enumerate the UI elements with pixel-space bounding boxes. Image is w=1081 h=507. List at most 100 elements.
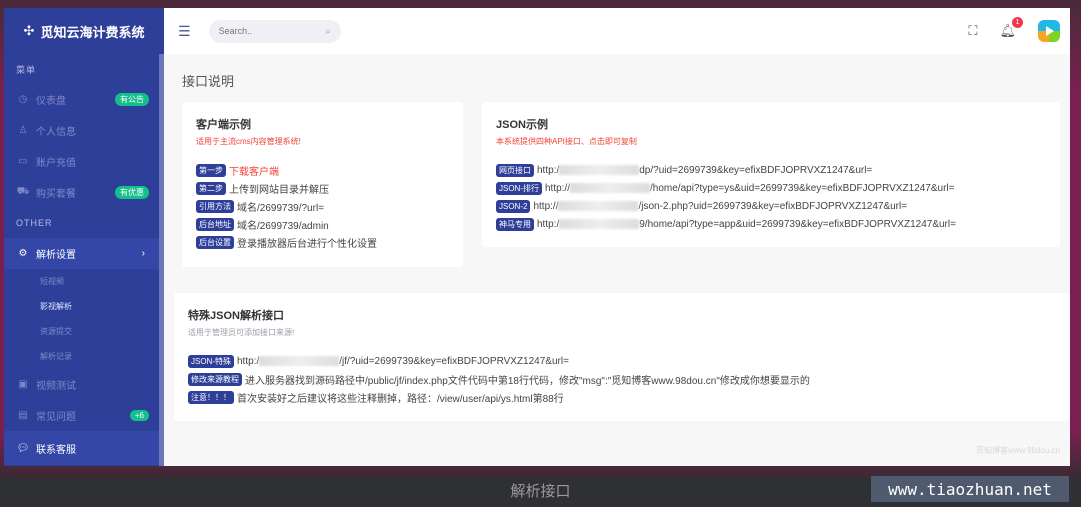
row-text: 域名/2699739/admin: [237, 220, 329, 232]
row-text: 进入服务器找到源码路径中/public/jf/index.php文件代码中第18…: [245, 375, 810, 387]
sidebar-item-profile[interactable]: ♙ 个人信息: [4, 115, 159, 146]
sidebar-item-label: 视频测试: [36, 381, 76, 392]
submenu-movie-parse[interactable]: 影视解析: [4, 294, 164, 319]
api-row[interactable]: JSON-排行 http:// /home/api?type=ys&uid=26…: [496, 179, 1046, 197]
client-row: 第二步 上传到网站目录并解压: [196, 179, 449, 197]
main-content: 接口说明 客户端示例 适用于主流cms内容管理系统! 第一步 下载客户端 第二步…: [164, 54, 1070, 466]
special-row[interactable]: JSON-特殊 http:/ /jf/?uid=2699739&key=efix…: [188, 352, 1056, 370]
json-example-card: JSON示例 本系统提供四种API接口、点击即可复制 网页接口 http:/ d…: [482, 102, 1060, 247]
url-prefix: http://: [533, 200, 559, 212]
url-suffix: 9/home/api?type=app&uid=2699739&key=efix…: [639, 218, 956, 230]
step-tag: 引用方法: [196, 199, 234, 213]
client-row: 后台设置 登录播放器后台进行个性化设置: [196, 233, 449, 251]
menu-section-label: 菜单: [16, 64, 37, 75]
notification-count: 1: [1012, 17, 1023, 28]
url-suffix: /json-2.php?uid=2699739&key=efixBDFJOPRV…: [638, 200, 908, 212]
move-icon: ✣: [23, 23, 35, 38]
user-icon: ♙: [18, 125, 28, 136]
card-subtitle: 适用于主流cms内容管理系统!: [196, 137, 301, 146]
api-row[interactable]: JSON-2 http:// /json-2.php?uid=2699739&k…: [496, 197, 1046, 215]
cart-icon: ⛟: [16, 186, 30, 197]
sidebar-item-contact[interactable]: 💬︎ 联系客服: [4, 431, 159, 465]
card-title: 特殊JSON解析接口: [188, 310, 284, 322]
brand[interactable]: ✣ 觅知云海计费系统: [4, 8, 164, 54]
sidebar-item-label: 账户充值: [36, 158, 76, 169]
notification-bell[interactable]: 🔔︎ 1: [999, 17, 1023, 39]
download-client-link[interactable]: 下载客户端: [229, 163, 279, 178]
chat-icon: 💬︎: [16, 442, 30, 454]
discount-badge: 有优惠: [115, 186, 149, 199]
site-badge: www.tiaozhuan.net: [871, 476, 1069, 502]
sidebar-item-video-test[interactable]: ▣ 视频测试: [4, 369, 159, 400]
card-icon: ▭: [18, 156, 28, 167]
special-row: 修改来源教程 进入服务器找到源码路径中/public/jf/index.php文…: [188, 370, 1056, 388]
api-tag: JSON-排行: [496, 181, 542, 195]
announcement-badge: 有公告: [115, 93, 149, 106]
video-icon: ▣: [18, 379, 28, 390]
step-tag: 后台地址: [196, 217, 234, 231]
special-json-card: 特殊JSON解析接口 适用于管理员可添加接口来源! JSON-特殊 http:/…: [174, 293, 1070, 421]
url-suffix: /home/api?type=ys&uid=2699739&key=efixBD…: [650, 182, 955, 194]
watermark: 觅知博客www.98dou.cn: [975, 446, 1060, 455]
sidebar: ✣ 觅知云海计费系统 菜单 ◷ 仪表盘 有公告 ♙ 个人信息 ▭ 账户充值 ⛟ …: [4, 8, 164, 466]
sidebar-item-label: 联系客服: [36, 444, 76, 456]
submenu-parse-log[interactable]: 解析记录: [4, 344, 164, 369]
api-row[interactable]: 神马专用 http:/ 9/home/api?type=app&uid=2699…: [496, 215, 1046, 233]
redacted-domain: [259, 356, 340, 366]
row-text: 首次安装好之后建议将这些注释删掉，路径：/view/user/api/ys.ht…: [237, 393, 564, 405]
page-title: 接口说明: [182, 74, 235, 89]
url-prefix: http://: [545, 182, 571, 194]
brand-name: 觅知云海计费系统: [40, 24, 145, 40]
step-tag: 第二步: [196, 181, 226, 195]
step-tag: 第一步: [196, 163, 226, 177]
dashboard-icon: ◷: [18, 94, 28, 105]
search-input[interactable]: [218, 26, 309, 36]
hamburger-menu-icon[interactable]: ☰: [178, 23, 191, 40]
chevron-right-icon: ›: [141, 248, 145, 259]
sidebar-item-label: 购买套餐: [36, 189, 76, 200]
warning-tag: 注意！！！: [188, 390, 234, 404]
client-row: 后台地址 域名/2699739/admin: [196, 215, 449, 233]
url-suffix: dp/?uid=2699739&key=efixBDFJOPRVXZ1247&u…: [639, 164, 873, 176]
url-prefix: http:/: [537, 218, 560, 230]
sidebar-item-label: 解析设置: [36, 250, 76, 261]
card-subtitle: 本系统提供四种API接口、点击即可复制: [496, 137, 637, 146]
sidebar-item-parse-settings[interactable]: ⚙ 解析设置 ›: [4, 238, 159, 269]
card-title: 客户端示例: [196, 119, 251, 131]
redacted-domain: [558, 201, 639, 211]
api-tag: 神马专用: [496, 217, 534, 231]
card-title: JSON示例: [496, 119, 548, 131]
row-text: 上传到网站目录并解压: [229, 184, 329, 196]
user-avatar[interactable]: [1038, 20, 1060, 42]
other-section-label: OTHER: [16, 218, 53, 228]
row-text: 域名/2699739/?url=: [237, 202, 325, 214]
step-tag: 后台设置: [196, 235, 234, 249]
app-window: ✣ 觅知云海计费系统 菜单 ◷ 仪表盘 有公告 ♙ 个人信息 ▭ 账户充值 ⛟ …: [4, 8, 1070, 466]
submenu-resource-submit[interactable]: 资源提交: [4, 319, 164, 344]
api-row[interactable]: 网页接口 http:/ dp/?uid=2699739&key=efixBDFJ…: [496, 161, 1046, 179]
sidebar-item-faq[interactable]: ▤ 常见问题 +6: [4, 400, 159, 431]
sidebar-item-recharge[interactable]: ▭ 账户充值: [4, 146, 159, 177]
api-tag: JSON-2: [496, 199, 531, 213]
gear-icon: ⚙: [18, 248, 28, 259]
client-example-card: 客户端示例 适用于主流cms内容管理系统! 第一步 下载客户端 第二步 上传到网…: [182, 102, 463, 267]
url-prefix: http:/: [237, 355, 260, 367]
url-prefix: http:/: [537, 164, 560, 176]
faq-count-badge: +6: [129, 410, 149, 421]
sidebar-item-dashboard[interactable]: ◷ 仪表盘 有公告: [4, 84, 159, 115]
doc-icon: ▤: [18, 410, 28, 421]
search-box: ⌕: [208, 19, 341, 43]
api-tag: JSON-特殊: [188, 354, 234, 368]
row-text: 登录播放器后台进行个性化设置: [237, 238, 377, 250]
sidebar-item-buy-package[interactable]: ⛟ 购买套餐 有优惠: [4, 177, 159, 208]
topbar: ☰ ⌕ ⛶ 🔔︎ 1: [164, 8, 1070, 54]
redacted-domain: [559, 165, 640, 175]
api-tag: 网页接口: [496, 163, 534, 177]
card-subtitle: 适用于管理员可添加接口来源!: [188, 328, 295, 337]
redacted-domain: [570, 183, 651, 193]
search-icon[interactable]: ⌕: [326, 26, 331, 37]
fullscreen-icon[interactable]: ⛶: [968, 23, 977, 39]
tutorial-tag: 修改来源教程: [188, 372, 242, 386]
submenu-short-video[interactable]: 短视频: [4, 269, 164, 294]
sidebar-item-label: 仪表盘: [36, 96, 66, 107]
